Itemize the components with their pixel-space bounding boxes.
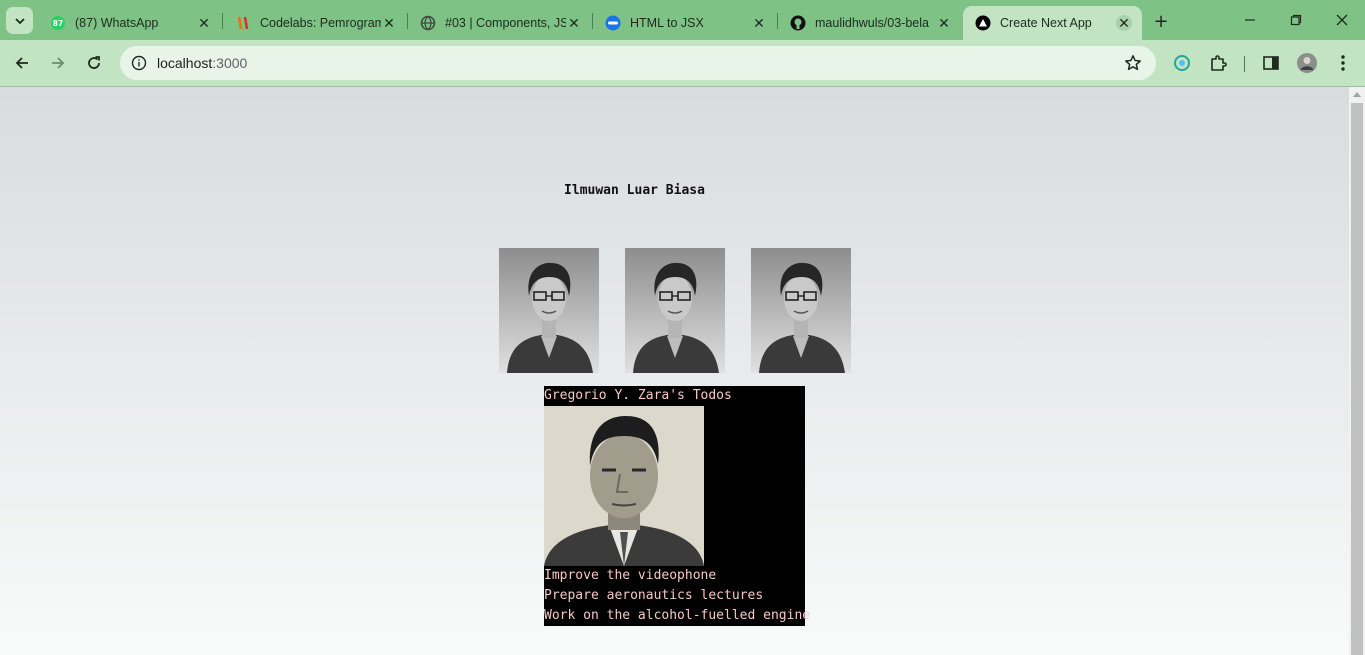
tab-title: maulidhwuls/03-bela [815, 16, 929, 30]
toolbar-divider [1244, 56, 1245, 72]
close-tab-icon[interactable]: ✕ [936, 15, 952, 31]
scrollbar-thumb[interactable] [1351, 103, 1363, 655]
todo-card: Gregorio Y. Zara's Todos Improve the vid… [544, 386, 810, 626]
tab-components[interactable]: #03 | Components, JS ✕ [408, 6, 592, 40]
tab-title: Codelabs: Pemrogram [260, 16, 381, 30]
tab-github[interactable]: maulidhwuls/03-bela ✕ [778, 6, 962, 40]
page-heading: Ilmuwan Luar Biasa [564, 183, 705, 198]
new-tab-icon[interactable]: + [1150, 10, 1172, 32]
restore-icon[interactable] [1274, 7, 1318, 33]
url-text[interactable]: localhost:3000 [157, 55, 247, 71]
scientist-portrait [751, 248, 851, 373]
back-arrow-icon[interactable] [8, 49, 36, 77]
todo-item: Improve the videophone [544, 568, 717, 583]
page-viewport: Ilmuwan Luar Biasa Gregorio Y. Zara's To… [0, 87, 1349, 655]
side-panel-icon[interactable] [1260, 52, 1282, 74]
todo-title: Gregorio Y. Zara's Todos [544, 388, 732, 403]
codelabs-icon [235, 15, 251, 31]
nextjs-icon [975, 15, 991, 31]
person-photo [544, 406, 704, 566]
close-tab-icon[interactable]: ✕ [1116, 15, 1132, 31]
scroll-up-arrow-icon[interactable] [1353, 92, 1361, 97]
browser-toolbar: localhost:3000 [0, 40, 1365, 87]
github-icon [790, 15, 806, 31]
vertical-scrollbar[interactable] [1349, 87, 1365, 655]
chevron-down-icon [14, 17, 25, 24]
extensions-puzzle-icon[interactable] [1207, 52, 1229, 74]
site-info-icon[interactable] [128, 52, 150, 74]
html-to-jsx-icon [605, 15, 621, 31]
scientist-portrait [625, 248, 725, 373]
tab-codelabs[interactable]: Codelabs: Pemrogram ✕ [223, 6, 407, 40]
tab-strip: 87 (87) WhatsApp ✕ Codelabs: Pemrogram ✕… [0, 0, 1365, 40]
tab-title: HTML to JSX [630, 16, 704, 30]
tab-title: #03 | Components, JS [445, 16, 566, 30]
profile-avatar[interactable] [1296, 52, 1318, 74]
bookmark-star-icon[interactable] [1124, 54, 1142, 72]
whatsapp-icon: 87 [50, 15, 66, 31]
tab-whatsapp[interactable]: 87 (87) WhatsApp ✕ [38, 6, 222, 40]
reload-icon[interactable] [80, 49, 108, 77]
url-host: localhost [157, 55, 213, 71]
forward-arrow-icon[interactable] [44, 49, 72, 77]
globe-icon [420, 15, 436, 31]
close-tab-icon[interactable]: ✕ [751, 15, 767, 31]
more-options-icon[interactable] [1332, 52, 1354, 74]
todo-item: Work on the alcohol-fuelled engine [544, 608, 811, 623]
todo-item: Prepare aeronautics lectures [544, 588, 764, 603]
tab-html-to-jsx[interactable]: HTML to JSX ✕ [593, 6, 777, 40]
close-tab-icon[interactable]: ✕ [381, 15, 397, 31]
tab-title: Create Next App [1000, 16, 1092, 30]
tab-title: (87) WhatsApp [75, 16, 159, 30]
scientist-portrait [499, 248, 599, 373]
svg-text:87: 87 [53, 19, 63, 28]
close-tab-icon[interactable]: ✕ [566, 15, 582, 31]
close-tab-icon[interactable]: ✕ [196, 15, 212, 31]
close-window-icon[interactable] [1320, 7, 1364, 33]
tab-search-button[interactable] [6, 7, 33, 34]
minimize-icon[interactable] [1228, 7, 1272, 33]
extension-icon[interactable] [1171, 52, 1193, 74]
tab-create-next-app[interactable]: Create Next App ✕ [963, 6, 1142, 40]
address-bar[interactable]: localhost:3000 [120, 46, 1156, 80]
url-port: :3000 [212, 55, 248, 71]
